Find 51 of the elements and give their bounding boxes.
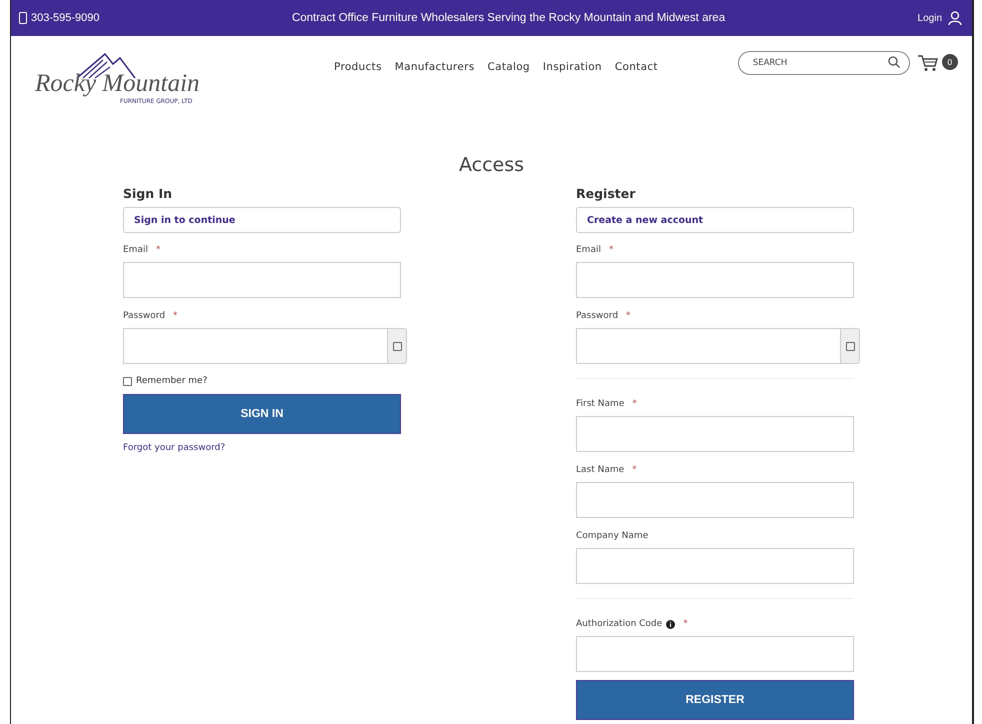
field-label: Password bbox=[123, 311, 166, 321]
info-icon bbox=[666, 620, 676, 628]
cart-icon[interactable] bbox=[918, 54, 938, 72]
checkbox[interactable] bbox=[123, 376, 132, 386]
required-asterisk: * bbox=[632, 399, 637, 409]
login-link[interactable]: Login bbox=[918, 12, 942, 24]
input-field[interactable] bbox=[576, 636, 854, 672]
phone-icon bbox=[19, 12, 27, 24]
checkbox-label: Remember me? bbox=[136, 376, 208, 386]
input-field[interactable] bbox=[123, 262, 401, 298]
password-field[interactable] bbox=[123, 328, 388, 364]
required-asterisk: * bbox=[632, 465, 637, 475]
submit-button[interactable]: REGISTER bbox=[576, 680, 854, 720]
field-label: Last Name bbox=[576, 465, 624, 475]
field-label: Password bbox=[576, 311, 618, 321]
input-field[interactable] bbox=[576, 416, 854, 452]
nav-link[interactable]: Products bbox=[334, 61, 382, 73]
password-field[interactable] bbox=[576, 328, 841, 364]
input-field[interactable] bbox=[576, 482, 854, 518]
required-asterisk: * bbox=[683, 619, 688, 629]
required-asterisk: * bbox=[173, 311, 178, 321]
logo-text: Rocky Mountain bbox=[35, 70, 200, 98]
field-label: Email bbox=[123, 245, 148, 255]
nav-link[interactable]: Manufacturers bbox=[394, 61, 474, 73]
input-field[interactable] bbox=[576, 262, 854, 298]
search-field[interactable]: SEARCH bbox=[738, 51, 910, 75]
user-icon[interactable] bbox=[948, 11, 962, 25]
submit-button[interactable]: SIGN IN bbox=[123, 394, 401, 434]
field-label: Authorization Code bbox=[576, 619, 662, 629]
required-asterisk: * bbox=[608, 245, 614, 255]
required-asterisk: * bbox=[156, 245, 160, 255]
notice-box: Sign in to continue bbox=[123, 207, 401, 233]
notice-box: Create a new account bbox=[576, 207, 854, 233]
cart-count-badge: 0 bbox=[942, 54, 958, 70]
input-field[interactable] bbox=[576, 548, 854, 584]
section-heading: Sign In bbox=[123, 186, 172, 201]
nav-link[interactable]: Inspiration bbox=[542, 61, 602, 73]
nav-link[interactable]: Catalog bbox=[487, 61, 530, 73]
nav-link[interactable]: Contact bbox=[614, 61, 658, 73]
required-asterisk: * bbox=[626, 311, 631, 321]
show-password-toggle[interactable] bbox=[841, 328, 860, 364]
show-password-toggle[interactable] bbox=[388, 328, 407, 364]
tagline: Contract Office Furniture Wholesalers Serving the Rocky Mountain and Midwest area bbox=[290, 12, 726, 24]
phone-number: 303-595-9090 bbox=[31, 12, 100, 24]
field-label: Company Name bbox=[576, 531, 648, 541]
section-heading: Register bbox=[576, 186, 636, 201]
forgot-password-link[interactable]: Forgot your password? bbox=[123, 443, 226, 453]
search-icon[interactable] bbox=[888, 56, 900, 68]
page-title: Access bbox=[458, 154, 526, 176]
field-label: First Name bbox=[576, 399, 624, 409]
field-label: Email bbox=[576, 245, 601, 255]
